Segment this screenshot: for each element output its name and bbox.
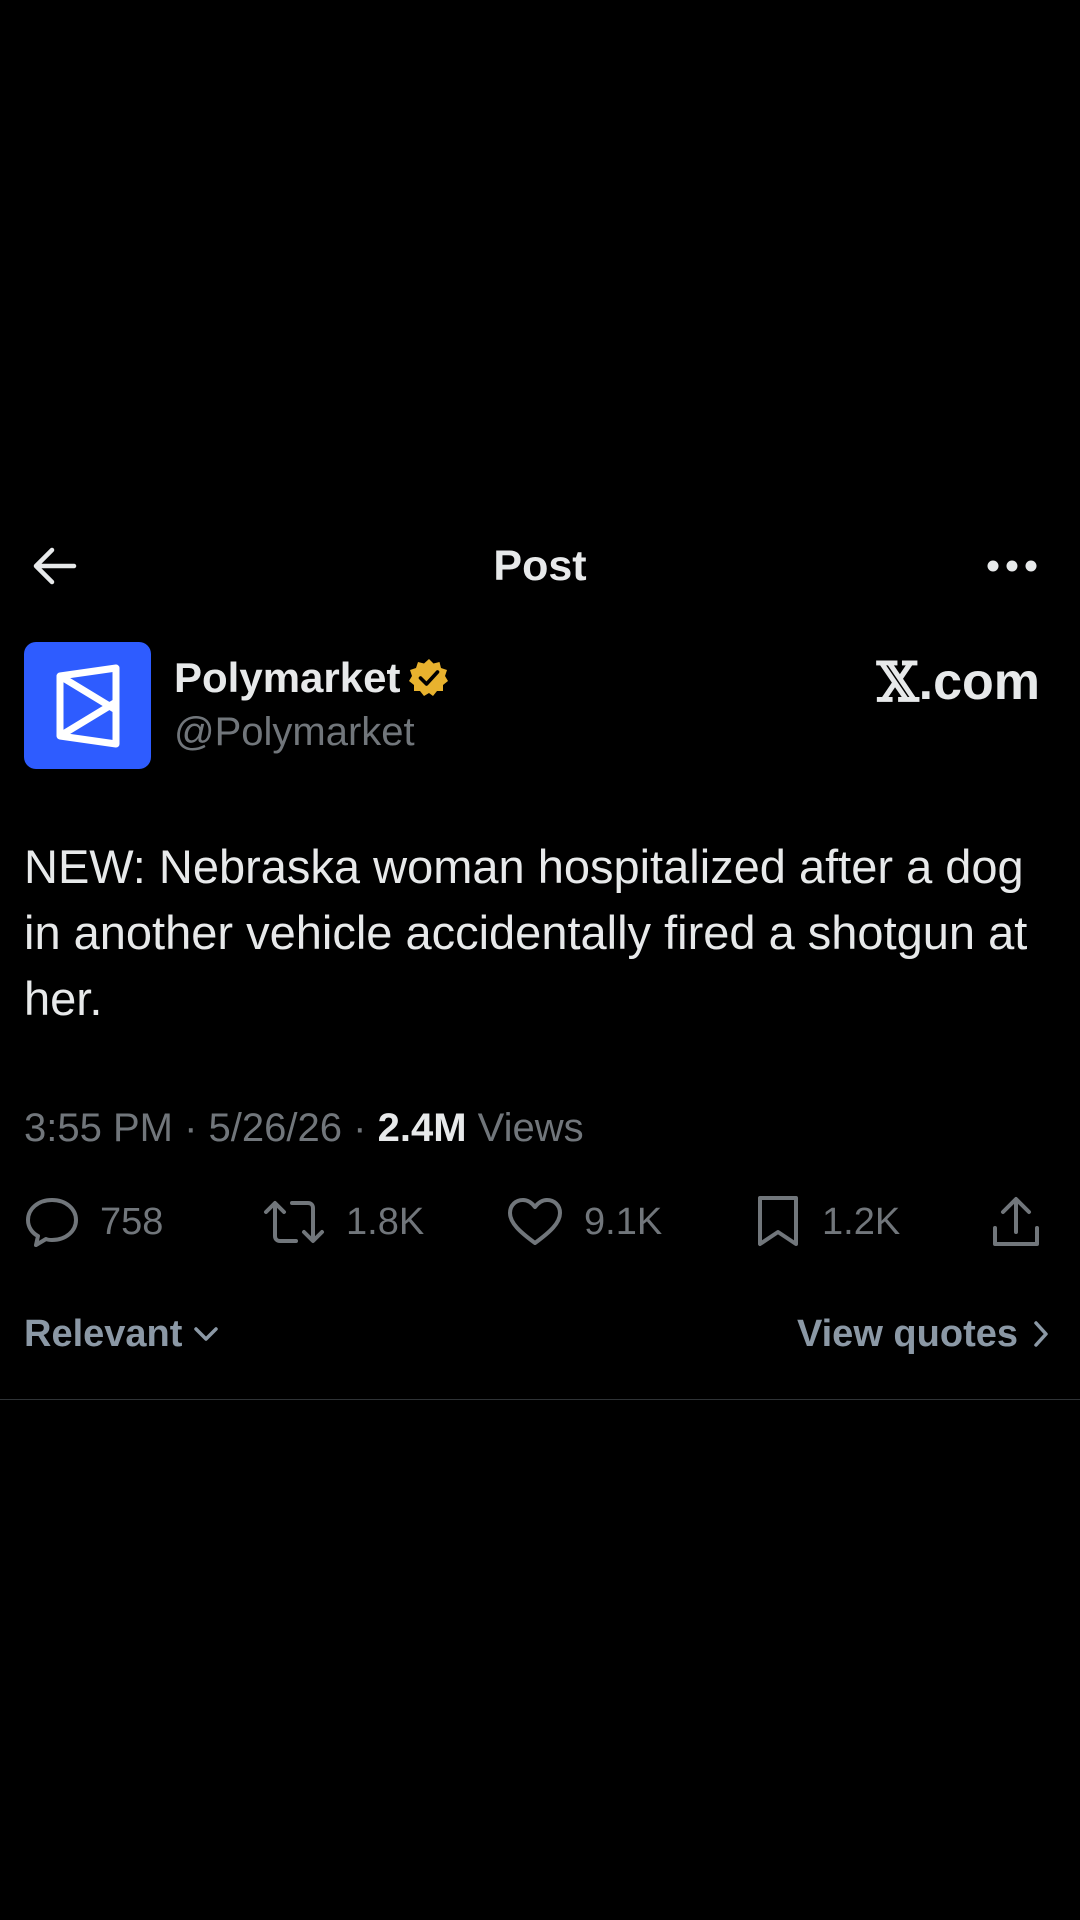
heart-icon (506, 1196, 564, 1248)
section-divider (0, 1399, 1080, 1400)
like-button[interactable]: 9.1K (506, 1190, 662, 1254)
arrow-left-icon (30, 546, 78, 586)
author-display-name[interactable]: Polymarket (174, 654, 400, 702)
top-bar: Post (0, 520, 1080, 610)
chevron-down-icon (192, 1325, 220, 1343)
name-row: Polymarket (174, 650, 450, 706)
repost-count: 1.8K (346, 1200, 425, 1243)
views-count[interactable]: 2.4M (378, 1106, 467, 1150)
post-date: 5/26/26 (208, 1106, 343, 1150)
reply-count: 758 (100, 1200, 164, 1243)
bookmark-icon (754, 1194, 802, 1250)
avatar[interactable] (24, 642, 151, 769)
sort-label: Relevant (24, 1312, 183, 1355)
author-handle: @Polymarket (174, 710, 415, 754)
post-metadata: 3:55 PM · 5/26/26 · 2.4M Views (24, 1100, 584, 1156)
views-label: Views (477, 1106, 584, 1150)
polymarket-logo-icon (50, 664, 126, 748)
verified-badge-icon (408, 657, 450, 699)
repost-button[interactable]: 1.8K (262, 1190, 424, 1254)
repost-icon (262, 1196, 326, 1248)
post-text: NEW: Nebraska woman hospitalized after a… (24, 840, 1028, 1025)
post-author: Polymarket @Polymarket 𝕏 .com (24, 642, 1056, 770)
source-watermark: 𝕏 .com (877, 650, 1040, 714)
page-title: Post (493, 542, 587, 590)
back-button[interactable] (24, 540, 84, 592)
reply-button[interactable]: 758 (24, 1190, 163, 1254)
post-time: 3:55 PM (24, 1106, 173, 1150)
reply-icon (24, 1196, 80, 1248)
reply-sort-dropdown[interactable]: Relevant (24, 1306, 220, 1362)
share-button[interactable] (990, 1190, 1042, 1254)
action-bar: 758 1.8K 9.1K 1.2K (0, 1190, 1080, 1254)
like-count: 9.1K (584, 1200, 663, 1243)
chevron-right-icon (1032, 1319, 1050, 1349)
more-options-button[interactable] (980, 540, 1044, 592)
view-quotes-link[interactable]: View quotes (797, 1306, 1050, 1362)
bookmark-count: 1.2K (822, 1200, 901, 1243)
meta-separator: · (184, 1106, 198, 1150)
meta-separator: · (353, 1106, 367, 1150)
share-icon (990, 1194, 1042, 1250)
x-logo-text: 𝕏 (876, 650, 919, 714)
more-horizontal-icon (986, 559, 1038, 573)
bookmark-button[interactable]: 1.2K (754, 1190, 900, 1254)
view-quotes-label: View quotes (796, 1312, 1018, 1355)
source-domain: .com (918, 653, 1040, 711)
